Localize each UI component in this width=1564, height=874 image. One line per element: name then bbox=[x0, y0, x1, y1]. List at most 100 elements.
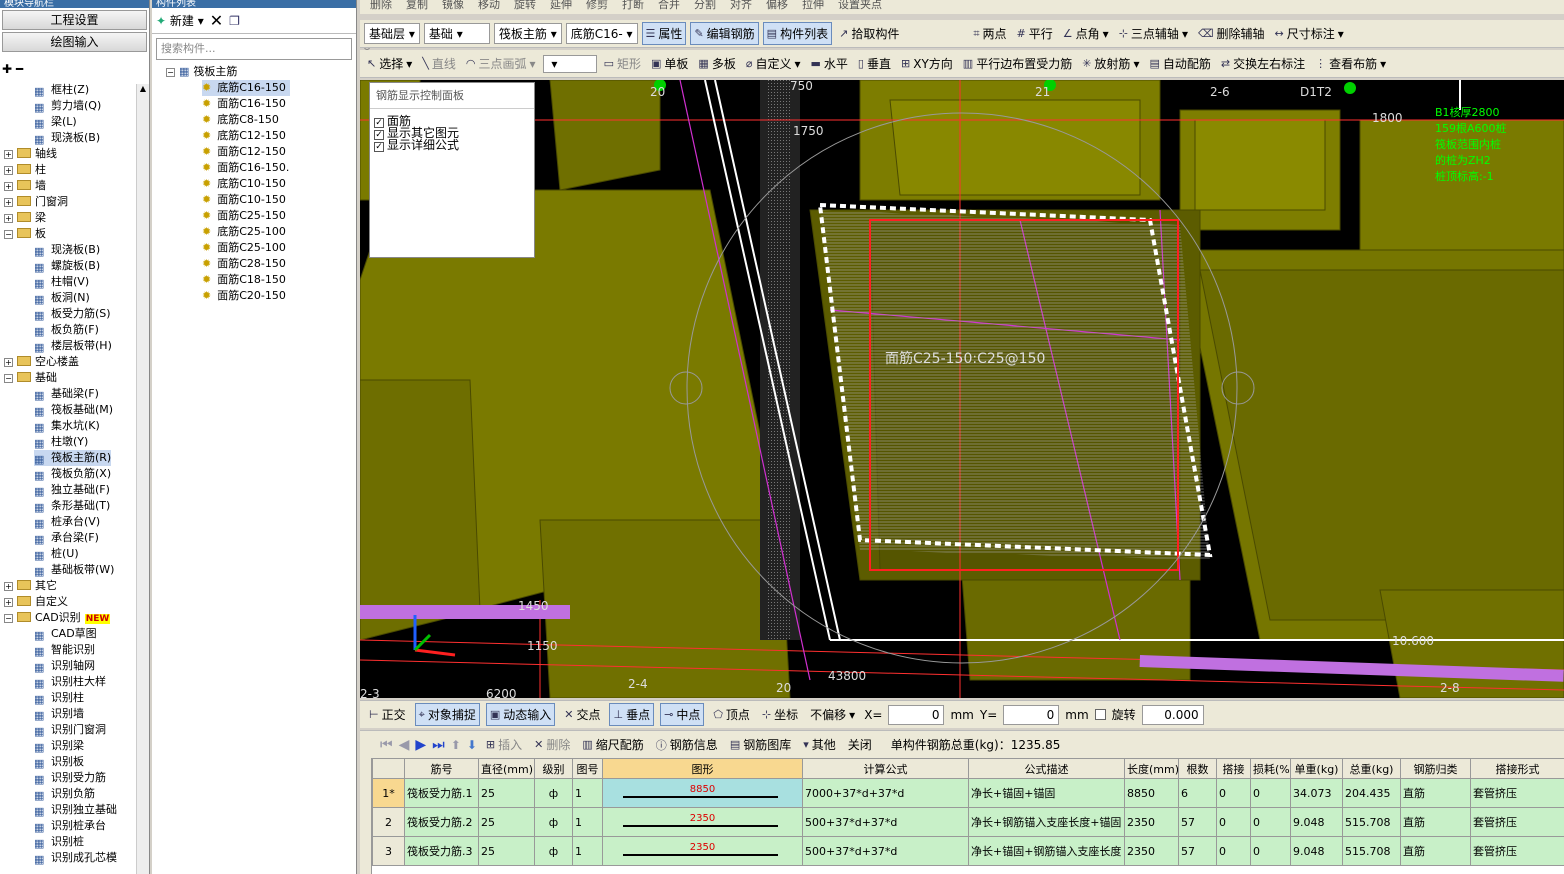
table-cell[interactable]: ф bbox=[534, 807, 573, 837]
table-cell[interactable]: 0 bbox=[1216, 778, 1251, 808]
table-cell[interactable]: 1 bbox=[572, 807, 603, 837]
table-cell[interactable]: 25 bbox=[478, 807, 535, 837]
nav-item[interactable]: ▦ 筏板基础(M) bbox=[34, 402, 113, 418]
nav-item[interactable]: ▦ 集水坑(K) bbox=[34, 418, 100, 434]
next-record-button[interactable]: ▶ bbox=[415, 737, 426, 753]
snap-toggle-button[interactable]: ⊹ 坐标 bbox=[759, 704, 801, 725]
table-cell[interactable]: 筏板受力筋.3 bbox=[404, 836, 479, 866]
component-item[interactable]: ✹ 面筋C16-150 bbox=[202, 96, 290, 112]
table-cell[interactable]: 204.435 bbox=[1342, 778, 1401, 808]
nav-item[interactable]: + 空心楼盖 bbox=[4, 354, 79, 370]
nav-item[interactable]: + 墙 bbox=[4, 178, 46, 194]
shape-cell[interactable]: 8850 bbox=[602, 778, 803, 808]
shape-cell[interactable]: 2350 bbox=[602, 807, 803, 837]
table-cell[interactable]: 515.708 bbox=[1342, 836, 1401, 866]
column-header[interactable]: 搭接 bbox=[1216, 758, 1251, 779]
collapse-icon[interactable]: − bbox=[166, 68, 175, 77]
table-cell[interactable]: 25 bbox=[478, 836, 535, 866]
nav-item[interactable]: ▦ 基础板带(W) bbox=[34, 562, 114, 578]
collapse-icon[interactable]: − bbox=[4, 374, 13, 383]
grid-tool-button[interactable]: ▥ 缩尺配筋 bbox=[579, 734, 646, 755]
nav-item[interactable]: ▦ 楼层板带(H) bbox=[34, 338, 112, 354]
table-cell[interactable]: 直筋 bbox=[1400, 807, 1471, 837]
column-header[interactable]: 图号 bbox=[572, 758, 603, 779]
nav-item[interactable]: ▦ 板洞(N) bbox=[34, 290, 90, 306]
snap-toggle-button[interactable]: ⬠ 顶点 bbox=[710, 704, 753, 725]
nav-item[interactable]: − 基础 bbox=[4, 370, 57, 386]
grid-tool-button[interactable]: ⓘ 钢筋信息 bbox=[653, 734, 721, 755]
move-down-button[interactable]: ⬇ bbox=[467, 738, 477, 752]
draw-tool-button[interactable]: ⇄ 交换左右标注 bbox=[1218, 53, 1308, 74]
checkbox-icon[interactable]: ✓ bbox=[374, 142, 384, 152]
table-cell[interactable]: 57 bbox=[1178, 807, 1217, 837]
draw-tool-button[interactable]: ↖ 选择 ▾ bbox=[364, 53, 415, 74]
copy-component-button[interactable]: ❐ bbox=[229, 14, 240, 28]
table-cell[interactable]: 0 bbox=[1250, 807, 1291, 837]
edit-rebar-button[interactable]: ✎ 编辑钢筋 bbox=[690, 22, 759, 45]
column-header[interactable]: 计算公式 bbox=[802, 758, 969, 779]
nav-item[interactable]: ▦ CAD草图 bbox=[34, 626, 97, 642]
table-cell[interactable]: 套管挤压 bbox=[1470, 778, 1564, 808]
expand-icon[interactable]: + bbox=[4, 166, 13, 175]
edit-tool-button[interactable]: 拉伸 bbox=[802, 0, 824, 14]
nav-scrollbar[interactable]: ▲ bbox=[136, 84, 149, 874]
table-cell[interactable]: 筏板受力筋.1 bbox=[404, 778, 479, 808]
column-header[interactable] bbox=[372, 758, 405, 779]
table-cell[interactable]: 500+37*d+37*d bbox=[802, 836, 969, 866]
grid-tool-button[interactable]: ✕ 删除 bbox=[531, 734, 573, 755]
expand-icon[interactable]: + bbox=[4, 182, 13, 191]
offset-select[interactable]: 不偏移 ▾ bbox=[807, 704, 858, 725]
draw-tool-button[interactable]: ▥ 平行边布置受力筋 bbox=[960, 53, 1075, 74]
column-header[interactable]: 直径(mm) bbox=[478, 758, 535, 779]
two-point-axis-button[interactable]: ⌗ 两点 bbox=[970, 23, 1009, 44]
model-view[interactable]: 面筋C25-150:C25@150 20 21 2-6 D1T2 1800 1750 750… bbox=[360, 80, 1564, 698]
nav-item[interactable]: ▦ 智能识别 bbox=[34, 642, 95, 658]
table-cell[interactable]: 25 bbox=[478, 778, 535, 808]
nav-item[interactable]: ▦ 识别成孔芯模 bbox=[34, 850, 117, 866]
component-item[interactable]: ✹ 底筋C12-150 bbox=[202, 128, 290, 144]
nav-item[interactable]: + 梁 bbox=[4, 210, 46, 226]
component-item[interactable]: ✹ 面筋C10-150 bbox=[202, 192, 290, 208]
component-item[interactable]: ✹ 底筋C16-150 bbox=[202, 80, 290, 96]
properties-button[interactable]: ☰ 属性 bbox=[641, 22, 687, 45]
draw-tool-button[interactable]: ╲ 直线 bbox=[419, 53, 459, 74]
table-row[interactable]: 2 筏板受力筋.2 25 ф 1 2350 500+37*d+37*d 净长+钢筋锚入支座长度… bbox=[372, 807, 1564, 837]
draw-tool-button[interactable]: ✳ 放射筋 ▾ bbox=[1079, 53, 1142, 74]
table-cell[interactable]: 500+37*d+37*d bbox=[802, 807, 969, 837]
table-cell[interactable]: 净长+锚固+钢筋锚入支座长度 bbox=[968, 836, 1125, 866]
table-cell[interactable]: 直筋 bbox=[1400, 836, 1471, 866]
display-option-checkbox[interactable]: ✓ 显示详细公式 bbox=[374, 139, 530, 152]
dimension-button[interactable]: ↔ 尺寸标注 ▾ bbox=[1272, 23, 1347, 44]
nav-item[interactable]: ▦ 识别桩 bbox=[34, 834, 84, 850]
draw-tool-button[interactable]: ▯ 垂直 bbox=[855, 53, 894, 74]
prev-record-button[interactable]: ◀ bbox=[399, 737, 410, 753]
collapse-icon[interactable]: − bbox=[4, 230, 13, 239]
edit-tool-button[interactable]: 旋转 bbox=[514, 0, 536, 14]
nav-item[interactable]: ▦ 框柱(Z) bbox=[34, 82, 89, 98]
table-cell[interactable]: 2350 bbox=[1124, 807, 1179, 837]
nav-item[interactable]: ▦ 板受力筋(S) bbox=[34, 306, 111, 322]
first-record-button[interactable]: ⏮ bbox=[366, 737, 393, 753]
nav-item[interactable]: ▦ 识别门窗洞 bbox=[34, 722, 106, 738]
point-angle-button[interactable]: ∠ 点角 ▾ bbox=[1060, 23, 1112, 44]
edit-tool-button[interactable]: 镜像 bbox=[442, 0, 464, 14]
expand-icon[interactable]: + bbox=[4, 198, 13, 207]
draw-tool-button[interactable]: ◠ 三点画弧 ▾ bbox=[463, 53, 539, 74]
table-cell[interactable]: 2350 bbox=[1124, 836, 1179, 866]
column-header[interactable]: 钢筋归类 bbox=[1400, 758, 1471, 779]
y-coordinate-input[interactable]: 0 bbox=[1003, 704, 1060, 725]
row-header[interactable]: 1* bbox=[372, 778, 405, 808]
component-item[interactable]: ✹ 面筋C25-100 bbox=[202, 240, 290, 256]
table-cell[interactable]: 净长+钢筋锚入支座长度+锚固 bbox=[968, 807, 1125, 837]
snap-toggle-button[interactable]: ✕ 交点 bbox=[561, 704, 603, 725]
table-cell[interactable]: 0 bbox=[1250, 836, 1291, 866]
column-header[interactable]: 损耗(%) bbox=[1250, 758, 1291, 779]
nav-item[interactable]: ▦ 识别板 bbox=[34, 754, 84, 770]
table-cell[interactable]: 9.048 bbox=[1290, 807, 1343, 837]
table-cell[interactable]: 8850 bbox=[1124, 778, 1179, 808]
rotate-input[interactable]: 0.000 bbox=[1141, 704, 1204, 725]
nav-item[interactable]: ▦ 筏板主筋(R) bbox=[34, 450, 112, 466]
delete-component-button[interactable]: ✕ bbox=[210, 11, 223, 30]
edit-tool-button[interactable]: 延伸 bbox=[550, 0, 572, 14]
nav-item[interactable]: + 门窗洞 bbox=[4, 194, 68, 210]
